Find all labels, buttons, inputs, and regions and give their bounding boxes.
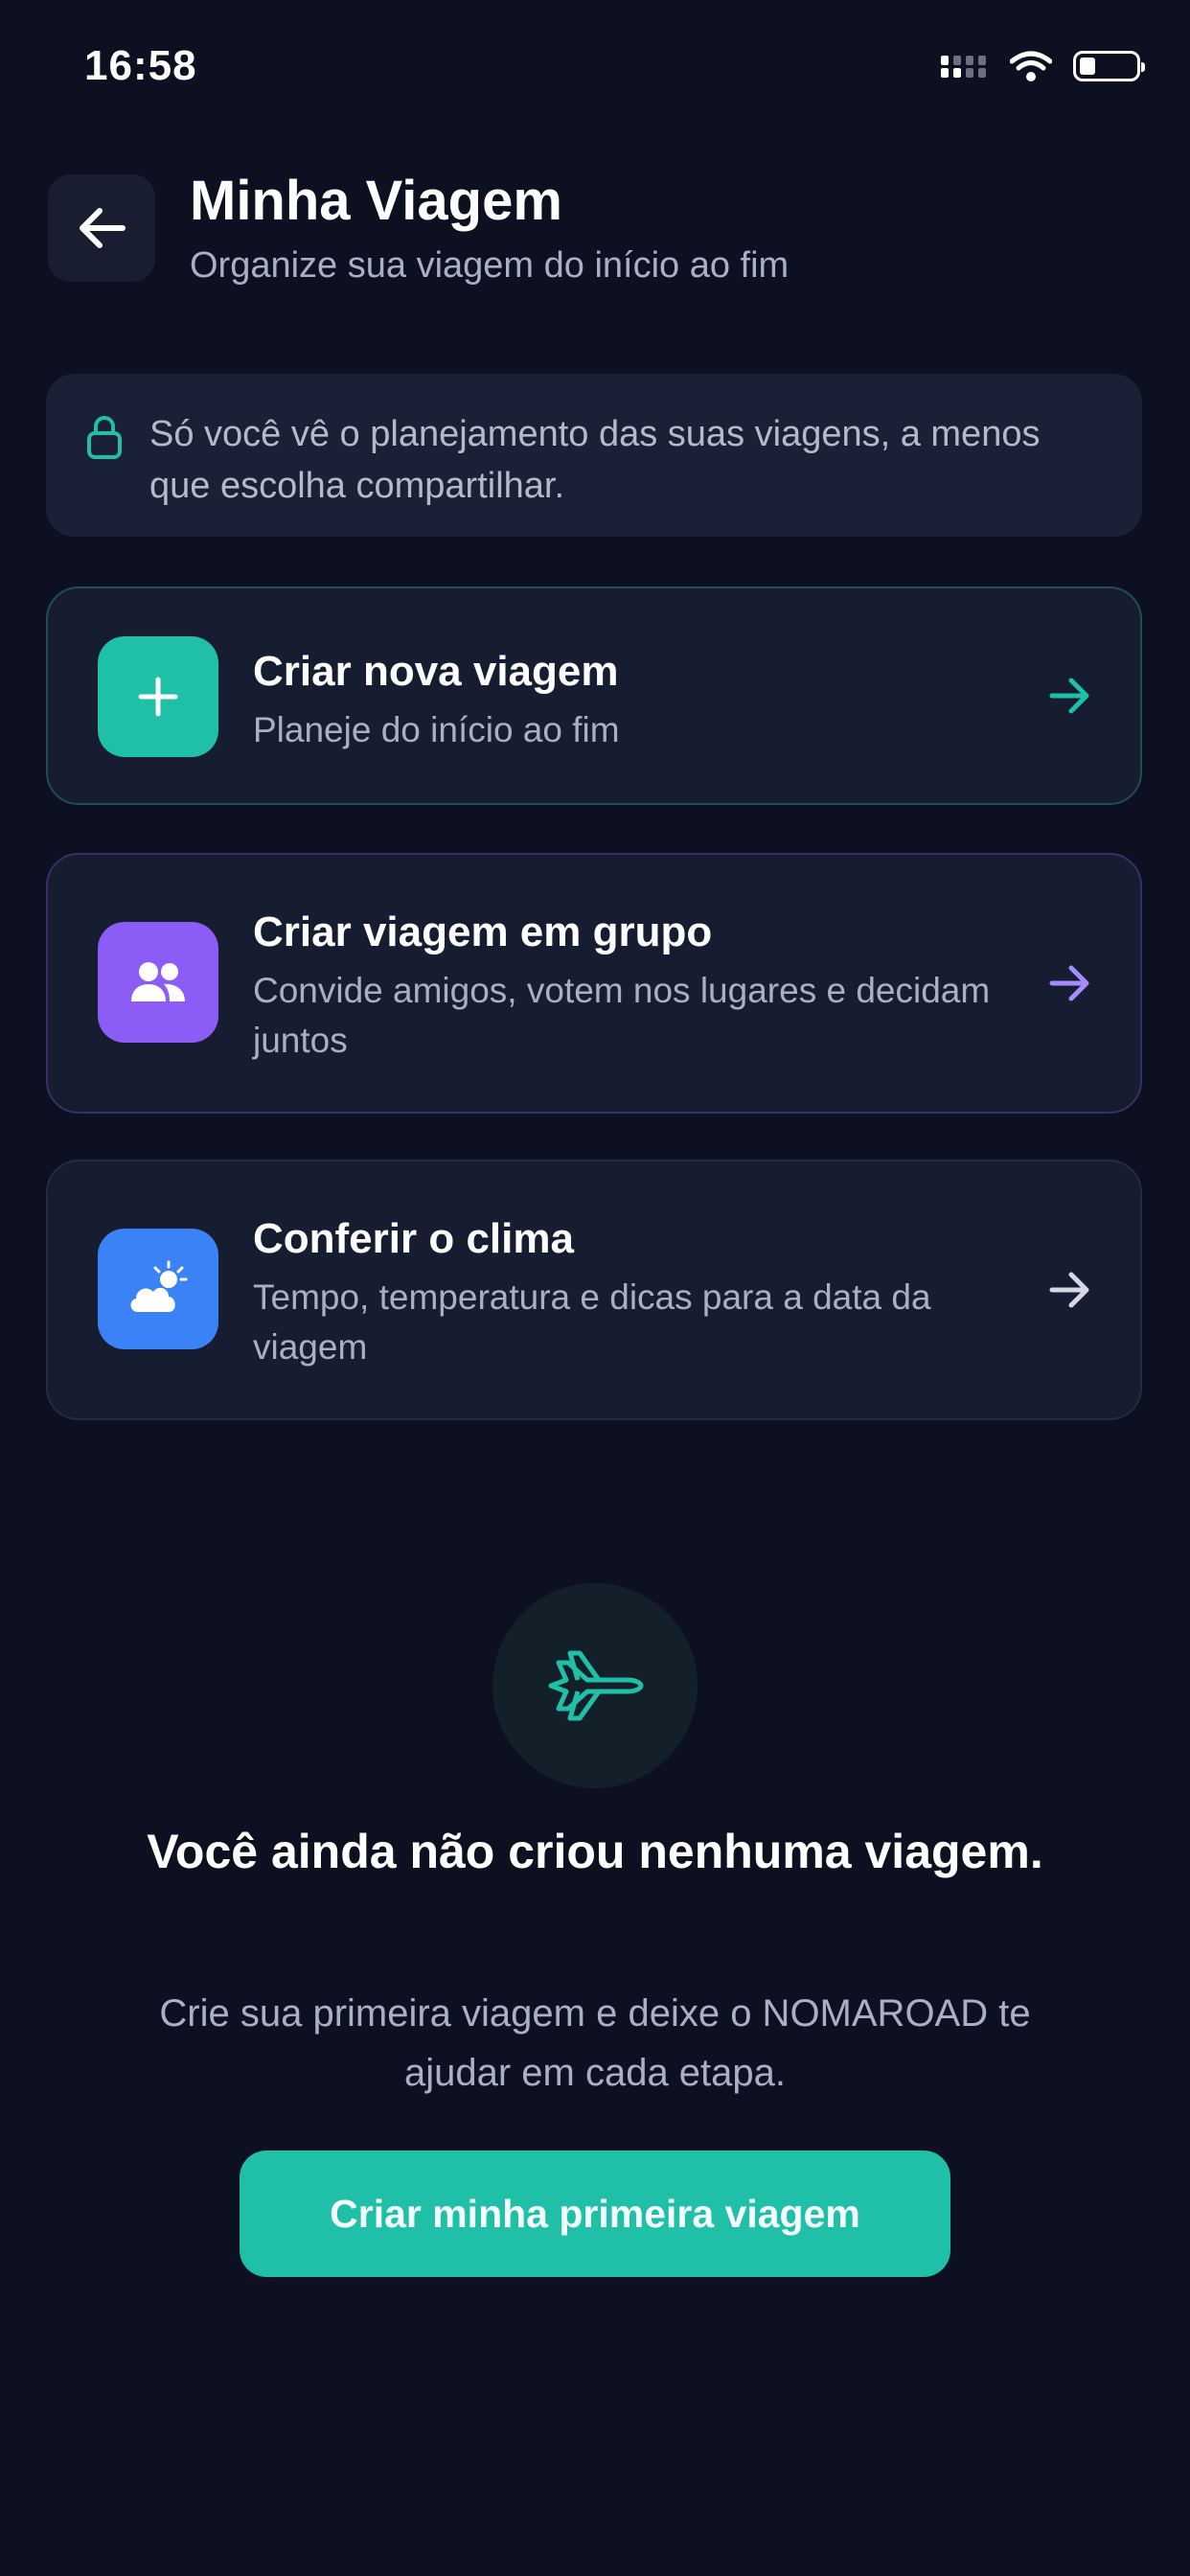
page-subtitle: Organize sua viagem do início ao fim [190,245,790,286]
group-trip-description: Convide amigos, votem nos lugares e deci… [253,971,991,1060]
weather-icon [130,1260,188,1312]
arrow-right-icon [1049,1272,1089,1308]
empty-state-illustration [492,1583,698,1788]
weather-title: Conferir o clima [253,1215,574,1262]
group-trip-card[interactable]: Criar viagem em grupo Convide amigos, vo… [46,853,1142,1114]
create-trip-card[interactable]: Criar nova viagem Planeje do início ao f… [46,586,1142,805]
weather-card[interactable]: Conferir o clima Tempo, temperatura e di… [46,1160,1142,1420]
privacy-notice: Só você vê o planejamento das suas viage… [46,374,1142,537]
status-time: 16:58 [84,42,197,89]
create-trip-icon-tile [98,636,218,757]
back-button[interactable] [48,174,155,282]
arrow-left-icon [80,208,126,248]
create-trip-title: Criar nova viagem [253,648,619,695]
signal-icon [941,56,986,78]
privacy-notice-text: Só você vê o planejamento das suas viage… [149,414,1041,506]
status-icons [941,50,1145,82]
arrow-right-icon [1049,965,1089,1001]
group-trip-title: Criar viagem em grupo [253,908,713,955]
weather-description: Tempo, temperatura e dicas para a data d… [253,1277,931,1367]
group-trip-icon-tile [98,922,218,1043]
weather-icon-tile [98,1229,218,1349]
create-trip-description: Planeje do início ao fim [253,710,620,749]
create-first-trip-button[interactable]: Criar minha primeira viagem [240,2150,950,2277]
airplane-icon [548,1650,644,1721]
trip-screen: 16:58 Minha Viagem Organize sua viagem d… [0,0,1190,2576]
status-bar: 16:58 [0,0,1190,144]
group-icon [131,962,185,1001]
plus-icon [138,677,178,717]
page-title: Minha Viagem [190,170,562,232]
lock-icon [87,416,122,459]
empty-state-description: Crie sua primeira viagem e deixe o NOMAR… [159,1992,1031,2094]
arrow-right-icon [1049,678,1089,714]
wifi-icon [1010,51,1052,81]
empty-state-title: Você ainda não criou nenhuma viagem. [147,1825,1043,1878]
battery-icon [1073,51,1145,81]
